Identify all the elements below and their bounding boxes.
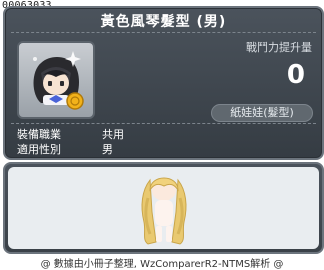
job-requirement-label: 裝備職業 (17, 128, 61, 141)
job-requirement-value: 共用 (102, 128, 124, 141)
hair-icon (33, 51, 84, 110)
combat-power-value: 0 (286, 60, 305, 90)
gender-requirement-label: 適用性別 (17, 143, 61, 156)
avatar-preview-area (8, 167, 319, 249)
character-avatar (141, 177, 187, 245)
category-badge: 紙娃娃(髮型) (211, 104, 313, 122)
combat-power-label: 戰鬥力提升量 (246, 41, 312, 54)
title-divider (11, 32, 316, 33)
avatar-preview-panel (3, 162, 324, 254)
stats-divider (11, 123, 316, 124)
item-tooltip: 黃色風琴髮型 (男) 戰鬥力提升量 0 紙娃娃(髮型) 裝備職業 共用 適用性別… (3, 6, 324, 160)
item-name: 黃色風琴髮型 (男) (100, 14, 227, 30)
footer-credit: @ 數據由小冊子整理, WzComparerR2-NTMS解析 @ (40, 259, 284, 270)
item-icon-frame (17, 41, 95, 119)
gender-requirement-value: 男 (102, 143, 113, 156)
